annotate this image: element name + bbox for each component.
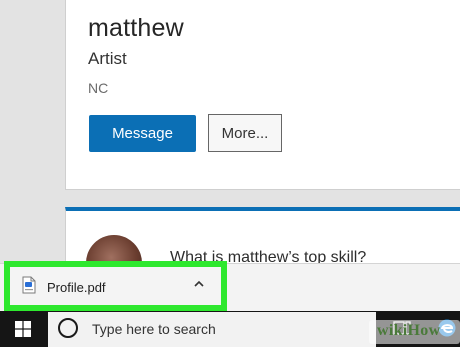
profile-title: Artist [88,49,127,68]
cortana-icon [58,318,78,338]
message-button[interactable]: Message [89,115,196,152]
taskbar-search-box[interactable]: Type here to search [48,312,376,347]
taskbar: Type here to search [0,311,460,347]
profile-name: matthew [88,14,184,42]
windows-logo-icon [15,321,31,337]
chevron-up-icon[interactable] [192,277,206,291]
start-button[interactable] [0,311,46,347]
edge-icon[interactable] [437,318,457,338]
task-view-icon[interactable] [393,319,411,337]
profile-location: NC [88,80,109,96]
pdf-file-icon [22,276,36,294]
download-filename: Profile.pdf [47,280,106,295]
search-placeholder: Type here to search [92,321,216,337]
download-item[interactable]: Profile.pdf [4,261,227,311]
profile-card: matthew Artist NC Message More... [65,0,460,190]
more-button[interactable]: More... [208,114,282,152]
